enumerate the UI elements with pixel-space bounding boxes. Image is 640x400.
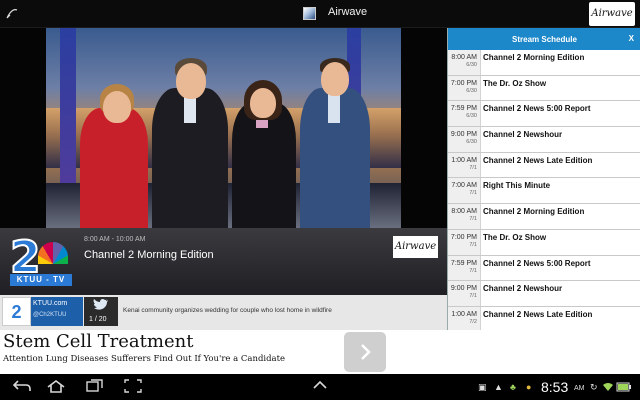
schedule-date: 7/1 — [469, 164, 477, 171]
schedule-item[interactable]: 9:00 PM 7/1 Channel 2 Newshour — [448, 281, 640, 307]
chevron-right-icon[interactable] — [344, 332, 386, 372]
stream-schedule-panel: Stream Schedule X 8:00 AM 6/30 Channel 2 … — [447, 28, 640, 330]
app-title: Airwave — [328, 6, 368, 18]
schedule-show: The Dr. Oz Show — [483, 78, 547, 88]
schedule-item[interactable]: 1:00 AM 7/2 Channel 2 News Late Edition — [448, 306, 640, 330]
schedule-time: 7:59 PM — [450, 259, 477, 267]
battery-icon — [616, 382, 632, 394]
schedule-date: 7/1 — [469, 241, 477, 248]
schedule-time: 7:59 PM — [450, 105, 477, 113]
schedule-item[interactable]: 8:00 AM 7/1 Channel 2 Morning Edition — [448, 204, 640, 230]
image-icon: ▲ — [494, 382, 503, 392]
app-icon — [303, 7, 316, 20]
schedule-show: Channel 2 News Late Edition — [483, 309, 593, 319]
sync-icon: ↻ — [590, 382, 598, 392]
program-time: 8:00 AM - 10:00 AM — [84, 236, 146, 243]
twitter-handle: @Ch2KTUU — [33, 312, 67, 318]
airwave-app: Airwave Airwave 2 KTUU - TV 8:00 AM - 10… — [0, 0, 640, 400]
tweet-text[interactable]: Kenai community organizes wedding for co… — [123, 307, 445, 314]
schedule-time: 8:00 AM — [451, 208, 477, 216]
notification-icon: ● — [526, 382, 532, 392]
schedule-date: 7/1 — [469, 190, 477, 197]
screenshot-icon[interactable] — [124, 379, 142, 396]
schedule-time: 8:00 AM — [451, 54, 477, 61]
schedule-time: 7:00 AM — [451, 182, 477, 190]
schedule-date: 6/30 — [466, 139, 477, 146]
schedule-show: Channel 2 News 5:00 Report — [483, 258, 591, 268]
wifi-icon — [602, 382, 614, 394]
schedule-date: 7/1 — [469, 216, 477, 223]
home-icon[interactable] — [46, 379, 66, 396]
schedule-show: Channel 2 News Late Edition — [483, 155, 593, 165]
program-title: Channel 2 Morning Edition — [84, 249, 214, 261]
anchor-figure — [298, 42, 372, 228]
station-logo: 2 KTUU - TV — [6, 231, 76, 290]
station-site: KTUU.com — [33, 300, 68, 307]
schedule-list: 8:00 AM 6/30 Channel 2 Morning Edition 7:… — [448, 50, 640, 330]
schedule-show: Channel 2 Newshour — [483, 284, 563, 294]
schedule-time: 7:00 PM — [450, 79, 477, 87]
schedule-date: 7/1 — [469, 267, 477, 274]
close-icon[interactable]: X — [629, 34, 634, 43]
gallery-icon: ▣ — [478, 382, 487, 392]
ad-banner[interactable]: Stem Cell Treatment Attention Lung Disea… — [0, 330, 640, 379]
twitter-bird-icon — [93, 298, 109, 315]
android-icon: ♣ — [510, 382, 516, 392]
action-bar: Airwave Airwave — [0, 0, 640, 28]
schedule-date: 6/30 — [466, 113, 477, 120]
airwave-logo-button[interactable]: Airwave — [589, 2, 635, 26]
schedule-item[interactable]: 1:00 AM 7/1 Channel 2 News Late Edition — [448, 152, 640, 179]
schedule-show: Right This Minute — [483, 181, 551, 191]
station-name: KTUU - TV — [10, 274, 72, 286]
schedule-date: 7/2 — [469, 318, 477, 325]
schedule-header: Stream Schedule X — [448, 28, 640, 50]
schedule-title: Stream Schedule — [512, 35, 577, 44]
schedule-item[interactable]: 7:59 PM 6/30 Channel 2 News 5:00 Report — [448, 101, 640, 128]
schedule-time: 1:00 AM — [451, 310, 477, 318]
schedule-item[interactable]: 7:59 PM 7/1 Channel 2 News 5:00 Report — [448, 255, 640, 282]
back-icon[interactable] — [12, 379, 32, 396]
schedule-show: Channel 2 News 5:00 Report — [483, 104, 591, 114]
ad-subline: Attention Lung Diseases Sufferers Find O… — [3, 354, 286, 364]
video-player[interactable] — [0, 28, 447, 228]
schedule-time: 9:00 PM — [450, 285, 477, 293]
schedule-item[interactable]: 7:00 AM 7/1 Right This Minute — [448, 178, 640, 205]
schedule-item[interactable]: 9:00 PM 6/30 Channel 2 Newshour — [448, 127, 640, 153]
schedule-show: Channel 2 Morning Edition — [483, 53, 585, 62]
schedule-date: 6/30 — [466, 87, 477, 94]
anchor-figure — [226, 56, 300, 228]
anchor-figure — [76, 58, 152, 228]
ad-headline: Stem Cell Treatment — [3, 331, 194, 352]
airwave-logo: Airwave — [393, 236, 438, 258]
status-ampm: AM — [574, 385, 585, 392]
social-strip: 2 KTUU.com @Ch2KTUU 1 / 20 Kenai communi… — [0, 295, 447, 330]
schedule-date: 6/30 — [466, 62, 477, 68]
schedule-item[interactable]: 7:00 PM 7/1 The Dr. Oz Show — [448, 229, 640, 256]
system-navigation-bar: ▣ ▲ ♣ ● 8:53 AM ↻ — [0, 374, 640, 400]
channel-badge[interactable]: 2 — [2, 297, 31, 326]
station-website-link[interactable]: KTUU.com @Ch2KTUU — [31, 297, 83, 326]
anchor-figure — [150, 43, 230, 228]
tweet-counter: 1 / 20 — [89, 316, 107, 323]
peacock-icon — [38, 242, 68, 264]
up-icon[interactable] — [312, 379, 328, 394]
schedule-show: Channel 2 Newshour — [483, 130, 563, 140]
twitter-button[interactable]: 1 / 20 — [84, 297, 118, 326]
schedule-item[interactable]: 8:00 AM 6/30 Channel 2 Morning Edition — [448, 50, 640, 76]
schedule-date: 7/1 — [469, 293, 477, 300]
now-playing-bar: 2 KTUU - TV 8:00 AM - 10:00 AM Channel 2… — [0, 228, 447, 295]
recents-icon[interactable] — [86, 379, 104, 396]
schedule-item[interactable]: 7:00 PM 6/30 The Dr. Oz Show — [448, 75, 640, 102]
news-anchors-video — [46, 28, 401, 228]
schedule-time: 7:00 PM — [450, 233, 477, 241]
schedule-time: 1:00 AM — [451, 156, 477, 164]
schedule-show: Channel 2 Morning Edition — [483, 207, 585, 217]
status-clock: 8:53 — [541, 379, 569, 395]
schedule-show: The Dr. Oz Show — [483, 232, 547, 242]
schedule-time: 9:00 PM — [450, 131, 477, 139]
menu-icon[interactable] — [4, 6, 20, 22]
